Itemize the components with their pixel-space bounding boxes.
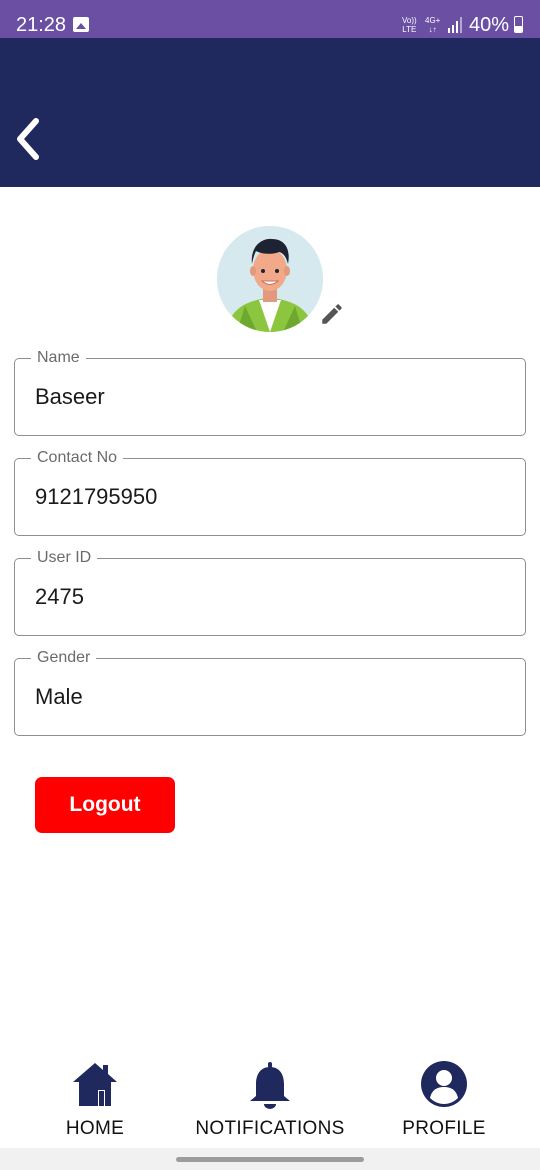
nav-item-notifications[interactable]: NOTIFICATIONS [190,1050,350,1148]
app-header [0,38,540,187]
battery-icon [514,16,523,33]
signal-icon [448,17,462,33]
user-id-input[interactable] [35,581,495,613]
avatar[interactable] [217,226,323,332]
gallery-icon [73,17,89,32]
user-id-field[interactable]: User ID [14,547,526,636]
network-indicator: 4G+ ↓↑ [425,16,440,34]
home-icon [73,1063,117,1106]
gender-field[interactable]: Gender [14,647,526,736]
user-circle-icon [421,1061,467,1107]
network-arrows: ↓↑ [428,25,437,34]
contact-field[interactable]: Contact No [14,447,526,536]
nav-label-notifications: NOTIFICATIONS [195,1118,345,1139]
volte-top: Vo)) [402,16,417,25]
name-label: Name [31,347,86,369]
name-field[interactable]: Name [14,347,526,436]
logout-button[interactable]: Logout [35,777,175,833]
gesture-area [0,1148,540,1170]
volte-bottom: LTE [402,25,417,34]
status-time: 21:28 [16,14,67,36]
status-bar: 21:28 Vo)) LTE 4G+ ↓↑ 40% [0,0,540,38]
edit-avatar-button[interactable] [316,298,348,330]
nav-item-profile[interactable]: PROFILE [394,1050,494,1148]
chevron-left-icon [17,118,39,160]
nav-item-home[interactable]: HOME [45,1050,145,1148]
bell-icon [250,1062,290,1109]
name-input[interactable] [35,381,495,413]
gender-input[interactable] [35,681,495,713]
volte-indicator: Vo)) LTE [402,16,417,34]
battery-percentage: 40% [469,14,510,36]
avatar-container [217,226,323,332]
contact-input[interactable] [35,481,495,513]
network-type: 4G+ [425,16,441,25]
gesture-handle[interactable] [176,1157,364,1162]
pencil-icon [322,304,342,324]
nav-label-profile: PROFILE [402,1118,486,1139]
back-button[interactable] [8,114,48,164]
bottom-nav: HOME NOTIFICATIONS PROFILE [0,1050,540,1148]
avatar-illustration [217,226,323,332]
contact-label: Contact No [31,447,124,469]
gender-label: Gender [31,647,97,669]
battery-level [515,26,522,32]
user-id-label: User ID [31,547,98,569]
nav-label-home: HOME [65,1118,125,1139]
